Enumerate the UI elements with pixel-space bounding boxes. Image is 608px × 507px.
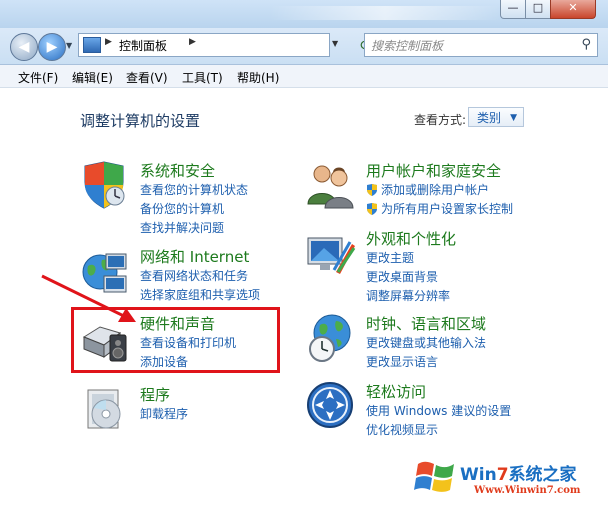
users-icon — [307, 165, 354, 209]
minimize-button[interactable]: — — [500, 0, 526, 19]
link-backup-computer[interactable]: 备份您的计算机 — [140, 200, 224, 217]
highlight-box — [71, 307, 280, 373]
view-by-value: 类别 — [477, 111, 502, 125]
network-globe-icon — [82, 253, 127, 293]
recent-pages-chevron-icon[interactable]: ▼ — [66, 41, 72, 50]
link-parental-controls-text: 为所有用户设置家长控制 — [381, 202, 514, 216]
menu-view[interactable]: 查看(V) — [126, 69, 168, 86]
category-title-programs[interactable]: 程序 — [140, 384, 170, 405]
appearance-monitor-icon — [307, 237, 356, 274]
link-change-desktop-background[interactable]: 更改桌面背景 — [366, 268, 438, 285]
globe-clock-icon — [309, 314, 351, 362]
category-title-clock-language-region[interactable]: 时钟、语言和区域 — [366, 313, 486, 334]
control-panel-small-icon — [83, 37, 101, 53]
link-change-theme[interactable]: 更改主题 — [366, 249, 414, 266]
category-title-ease-of-access[interactable]: 轻松访问 — [366, 381, 426, 402]
address-dropdown-icon[interactable]: ▼ — [332, 39, 338, 48]
link-change-display-language[interactable]: 更改显示语言 — [366, 353, 438, 370]
link-add-remove-user[interactable]: 添加或删除用户帐户 — [366, 181, 489, 198]
title-text-faded — [270, 6, 500, 20]
link-adjust-resolution[interactable]: 调整屏幕分辨率 — [366, 287, 450, 304]
menu-bar: 文件(F) 编辑(E) 查看(V) 工具(T) 帮助(H) — [0, 65, 608, 88]
menu-help[interactable]: 帮助(H) — [237, 69, 279, 86]
close-button[interactable]: ✕ — [550, 0, 596, 19]
forward-arrow-icon[interactable]: ▶ — [38, 33, 66, 61]
watermark-brand-seven: 7 — [496, 465, 509, 485]
title-bar: — □ ✕ — [0, 0, 608, 28]
ease-of-access-icon — [307, 382, 353, 428]
uac-shield-icon — [367, 184, 377, 196]
watermark-brand-win: Win — [460, 465, 497, 485]
link-optimize-video-display[interactable]: 优化视频显示 — [366, 421, 438, 438]
view-by-label: 查看方式: — [414, 113, 467, 127]
link-change-keyboards[interactable]: 更改键盘或其他输入法 — [366, 334, 486, 351]
watermark-brand-suffix: 系统之家 — [508, 465, 577, 485]
link-view-network-status[interactable]: 查看网络状态和任务 — [140, 267, 248, 284]
menu-tools[interactable]: 工具(T) — [182, 69, 223, 86]
view-by-dropdown[interactable]: 类别 ▼ — [468, 107, 524, 127]
watermark-logo: Win7系统之家 Www.Winwin7.com — [412, 452, 608, 507]
breadcrumb-arrow-icon[interactable]: ▶ — [105, 37, 112, 47]
programs-disc-icon — [87, 389, 121, 429]
category-title-user-accounts[interactable]: 用户帐户和家庭安全 — [366, 160, 501, 181]
search-icon[interactable]: ⚲ — [581, 37, 591, 52]
link-use-recommended-settings[interactable]: 使用 Windows 建议的设置 — [366, 402, 511, 419]
breadcrumb-separator-icon[interactable]: ▶ — [189, 37, 196, 47]
watermark-url: Www.Winwin7.com — [474, 485, 581, 496]
link-homegroup-sharing[interactable]: 选择家庭组和共享选项 — [140, 286, 260, 303]
page-title: 调整计算机的设置 — [80, 112, 201, 130]
menu-edit[interactable]: 编辑(E) — [72, 69, 113, 86]
content-area: 调整计算机的设置 查看方式: 类别 ▼ — [0, 88, 608, 507]
back-arrow-icon[interactable]: ◀ — [10, 33, 38, 61]
maximize-button[interactable]: □ — [525, 0, 551, 19]
link-view-computer-status[interactable]: 查看您的计算机状态 — [140, 181, 248, 198]
category-title-system-security[interactable]: 系统和安全 — [140, 160, 215, 181]
watermark-brand: Win7系统之家 — [460, 460, 577, 485]
uac-shield-icon — [367, 203, 377, 215]
shield-icon — [84, 161, 125, 209]
link-parental-controls[interactable]: 为所有用户设置家长控制 — [366, 200, 513, 217]
search-placeholder: 搜索控制面板 — [371, 39, 444, 53]
breadcrumb-control-panel[interactable]: 控制面板 — [119, 37, 167, 54]
address-box[interactable]: ▶ 控制面板 ▶ — [78, 33, 330, 57]
menu-file[interactable]: 文件(F) — [18, 69, 58, 86]
link-uninstall-program[interactable]: 卸载程序 — [140, 405, 188, 422]
windows-flag-icon — [414, 461, 454, 492]
chevron-down-icon: ▼ — [510, 113, 517, 123]
category-title-appearance[interactable]: 外观和个性化 — [366, 228, 456, 249]
link-add-remove-user-text: 添加或删除用户帐户 — [381, 183, 490, 197]
link-troubleshoot[interactable]: 查找并解决问题 — [140, 219, 224, 236]
control-panel-window: — □ ✕ ◀ ▶ ▼ ▶ 控制面板 ▶ ▼ ⟳ 搜索控制面板 ⚲ 文件(F) … — [0, 0, 608, 507]
category-title-network-internet[interactable]: 网络和 Internet — [140, 246, 249, 267]
search-input[interactable]: 搜索控制面板 ⚲ — [364, 33, 598, 57]
